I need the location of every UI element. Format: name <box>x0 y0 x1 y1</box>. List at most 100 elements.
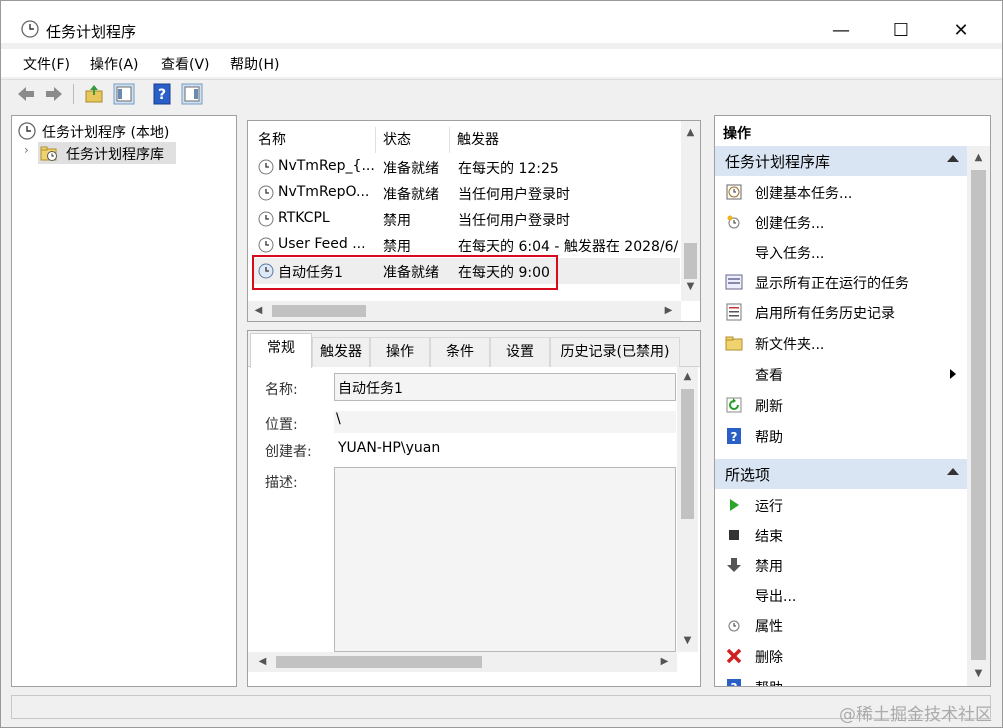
action-enable-history[interactable]: 启用所有任务历史记录 <box>715 297 967 327</box>
task-status: 准备就绪 <box>383 187 439 203</box>
scroll-down-icon[interactable]: ▼ <box>679 635 696 646</box>
show-hide-action-pane-icon[interactable] <box>181 83 203 105</box>
table-row[interactable]: RTKCPL 禁用 当任何用户登录时 <box>252 206 680 232</box>
scroll-left-icon[interactable]: ◀ <box>250 305 267 316</box>
action-create-task[interactable]: 创建任务... <box>715 207 967 237</box>
menu-file[interactable]: 文件(F) <box>23 54 70 74</box>
description-field[interactable] <box>334 467 676 652</box>
expand-chevron-icon[interactable]: › <box>24 143 29 157</box>
tree-item-library[interactable]: › 任务计划程序库 <box>12 142 236 164</box>
minimize-button[interactable]: — <box>818 15 864 47</box>
location-value: \ <box>334 411 676 433</box>
menu-help[interactable]: 帮助(H) <box>230 54 279 74</box>
group-label: 所选项 <box>725 466 771 484</box>
back-arrow-icon[interactable] <box>15 83 37 105</box>
task-status: 准备就绪 <box>383 161 439 177</box>
scroll-up-icon[interactable]: ▲ <box>679 371 696 382</box>
action-export[interactable]: 导出... <box>715 580 967 610</box>
action-import-task[interactable]: 导入任务... <box>715 237 967 267</box>
run-icon <box>730 499 739 511</box>
action-delete[interactable]: 删除 <box>715 641 967 671</box>
list-horizontal-scrollbar[interactable]: ◀ ▶ <box>248 301 681 321</box>
scroll-thumb[interactable] <box>276 656 482 668</box>
action-label: 启用所有任务历史记录 <box>755 306 895 322</box>
scroll-thumb[interactable] <box>681 389 694 519</box>
scroll-down-icon[interactable]: ▼ <box>682 281 699 292</box>
task-name: RTKCPL <box>278 210 330 226</box>
action-label: 帮助 <box>755 678 783 686</box>
task-name-field[interactable]: 自动任务1 <box>334 373 676 401</box>
action-label: 导出... <box>755 589 797 605</box>
action-end[interactable]: 结束 <box>715 520 967 550</box>
collapse-triangle-icon[interactable] <box>947 155 959 162</box>
action-new-folder[interactable]: 新文件夹... <box>715 328 967 358</box>
column-header-name[interactable]: 名称 <box>250 127 376 153</box>
help-toolbar-icon[interactable]: ? <box>151 83 173 105</box>
column-header-trigger[interactable]: 触发器 <box>449 127 679 153</box>
disable-icon <box>727 558 741 572</box>
table-row[interactable]: NvTmRepO... 准备就绪 当任何用户登录时 <box>252 180 680 206</box>
tab-triggers[interactable]: 触发器 <box>312 337 370 367</box>
action-show-running-tasks[interactable]: 显示所有正在运行的任务 <box>715 267 967 297</box>
show-hide-tree-icon[interactable] <box>113 83 135 105</box>
menu-action[interactable]: 操作(A) <box>90 54 139 74</box>
task-scheduler-window: 任务计划程序 — ☐ ✕ 文件(F) 操作(A) 查看(V) 帮助(H) ? 任… <box>0 0 1003 728</box>
forward-arrow-icon[interactable] <box>43 83 65 105</box>
action-help-selected[interactable]: ? 帮助 <box>715 672 967 686</box>
details-vertical-scrollbar[interactable]: ▲ ▼ <box>677 367 698 652</box>
maximize-button[interactable]: ☐ <box>878 15 924 47</box>
group-label: 任务计划程序库 <box>725 153 831 171</box>
task-clock-icon <box>258 237 274 253</box>
highlight-annotation-box <box>252 255 558 290</box>
scroll-thumb[interactable] <box>272 305 366 317</box>
menu-view[interactable]: 查看(V) <box>161 54 210 74</box>
tab-settings[interactable]: 设置 <box>490 337 550 367</box>
actions-vertical-scrollbar[interactable]: ▲ ▼ <box>967 146 990 686</box>
list-vertical-scrollbar[interactable]: ▲ ▼ <box>681 121 700 301</box>
task-trigger: 当任何用户登录时 <box>458 187 570 203</box>
close-button[interactable]: ✕ <box>938 15 984 47</box>
task-name: User Feed ... <box>278 236 366 252</box>
scroll-thumb[interactable] <box>684 243 697 279</box>
task-trigger: 当任何用户登录时 <box>458 213 570 229</box>
refresh-icon <box>726 397 742 413</box>
author-value: YUAN-HP\yuan <box>338 440 441 456</box>
action-disable[interactable]: 禁用 <box>715 550 967 580</box>
tab-history[interactable]: 历史记录(已禁用) <box>550 337 680 367</box>
scroll-right-icon[interactable]: ▶ <box>660 305 677 316</box>
help-icon: ? <box>727 679 741 686</box>
task-list: 名称 状态 触发器 NvTmRep_{... 准备就绪 在每天的 12:25 N… <box>247 120 701 322</box>
details-horizontal-scrollbar[interactable]: ◀ ▶ <box>248 652 677 672</box>
task-trigger: 在每天的 12:25 <box>458 161 559 177</box>
actions-group-selected[interactable]: 所选项 <box>715 459 967 489</box>
actions-group-library[interactable]: 任务计划程序库 <box>715 146 967 176</box>
scroll-left-icon[interactable]: ◀ <box>254 656 271 667</box>
tab-general[interactable]: 常规 <box>250 333 312 368</box>
scroll-thumb[interactable] <box>971 170 986 660</box>
action-help[interactable]: ? 帮助 <box>715 421 967 451</box>
task-name: NvTmRepO... <box>278 184 370 200</box>
action-view-submenu[interactable]: 查看 <box>715 359 967 389</box>
author-label: 创建者: <box>265 444 312 460</box>
column-header-status[interactable]: 状态 <box>375 127 450 153</box>
scroll-right-icon[interactable]: ▶ <box>656 656 673 667</box>
tab-conditions[interactable]: 条件 <box>430 337 490 367</box>
up-folder-icon[interactable] <box>83 83 105 105</box>
name-label: 名称: <box>265 382 298 398</box>
scroll-up-icon[interactable]: ▲ <box>970 152 987 163</box>
action-label: 查看 <box>755 368 783 384</box>
scroll-down-icon[interactable]: ▼ <box>970 668 987 679</box>
action-properties[interactable]: 属性 <box>715 610 967 640</box>
svg-text:?: ? <box>158 87 166 103</box>
action-refresh[interactable]: 刷新 <box>715 390 967 420</box>
title-bar: 任务计划程序 — ☐ ✕ <box>1 1 1002 43</box>
table-row[interactable]: NvTmRep_{... 准备就绪 在每天的 12:25 <box>252 154 680 180</box>
action-run[interactable]: 运行 <box>715 490 967 520</box>
create-task-icon <box>727 215 740 229</box>
collapse-triangle-icon[interactable] <box>947 468 959 475</box>
action-create-basic-task[interactable]: 创建基本任务... <box>715 177 967 207</box>
tree-item-root[interactable]: 任务计划程序 (本地) <box>12 120 236 142</box>
tab-actions[interactable]: 操作 <box>370 337 430 367</box>
scroll-up-icon[interactable]: ▲ <box>682 127 699 138</box>
task-clock-icon <box>258 211 274 227</box>
